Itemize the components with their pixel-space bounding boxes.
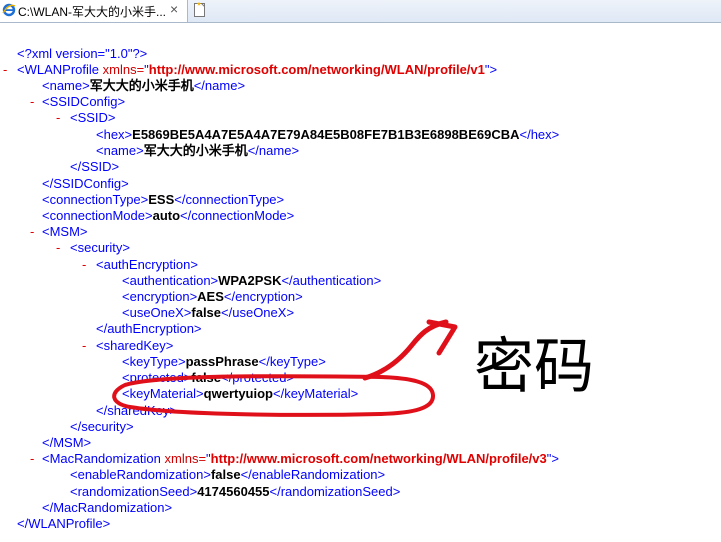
xml-declaration: <?xml version="1.0"?>	[17, 46, 148, 61]
annotation-label: 密码	[474, 332, 594, 402]
element-msm-open: <MSM>	[42, 224, 88, 239]
element-keytype: <keyType>passPhrase</keyType>	[122, 354, 326, 369]
element-macrandomization-open: <MacRandomization xmlns="http://www.micr…	[42, 451, 559, 466]
collapse-toggle-macrandomization[interactable]: -	[30, 451, 34, 467]
collapse-toggle-msm[interactable]: -	[30, 224, 34, 240]
element-connectionmode: <connectionMode>auto</connectionMode>	[42, 208, 295, 223]
element-ssid-close: </SSID>	[70, 159, 120, 174]
tab-bar: C:\WLAN-军大大的小米手... ×	[0, 0, 721, 23]
element-ssid-open: <SSID>	[70, 110, 116, 125]
close-tab-icon[interactable]: ×	[170, 1, 178, 17]
collapse-toggle-ssidconfig[interactable]: -	[30, 94, 34, 110]
collapse-toggle-authencryption[interactable]: -	[82, 257, 86, 273]
arrow-head-icon	[426, 319, 458, 356]
tab-title: C:\WLAN-军大大的小米手...	[18, 5, 166, 19]
element-randomizationseed: <randomizationSeed>4174560455</randomiza…	[70, 484, 401, 499]
element-ssid-name: <name>军大大的小米手机</name>	[96, 143, 300, 158]
element-useonex: <useOneX>false</useOneX>	[122, 305, 295, 320]
element-protected: <protected>false</protected>	[122, 370, 295, 385]
element-wlanprofile-close: </WLANProfile>	[17, 516, 111, 531]
ie-icon	[2, 3, 16, 17]
collapse-toggle-security[interactable]: -	[56, 240, 60, 256]
element-ssidconfig-open: <SSIDConfig>	[42, 94, 126, 109]
element-authencryption-close: </authEncryption>	[96, 321, 202, 336]
element-authencryption-open: <authEncryption>	[96, 257, 198, 272]
element-macrandomization-close: </MacRandomization>	[42, 500, 173, 515]
element-keymaterial: <keyMaterial>qwertyuiop</keyMaterial>	[122, 386, 359, 401]
element-security-open: <security>	[70, 240, 130, 255]
annotation-arrow-stroke	[362, 319, 449, 381]
element-authentication: <authentication>WPA2PSK</authentication>	[122, 273, 382, 288]
element-encryption: <encryption>AES</encryption>	[122, 289, 303, 304]
element-wlanprofile-open: <WLANProfile xmlns="http://www.microsoft…	[17, 62, 498, 77]
element-name: <name>军大大的小米手机</name>	[42, 78, 246, 93]
new-tab-icon[interactable]	[192, 2, 208, 18]
collapse-toggle-wlanprofile[interactable]: -	[3, 62, 7, 78]
element-hex: <hex>E5869BE5A4A7E5A4A7E79A84E5B08FE7B1B…	[96, 127, 560, 142]
element-enablerandomization: <enableRandomization>false</enableRandom…	[70, 467, 386, 482]
collapse-toggle-ssid[interactable]: -	[56, 110, 60, 126]
element-msm-close: </MSM>	[42, 435, 92, 450]
element-connectiontype: <connectionType>ESS</connectionType>	[42, 192, 285, 207]
collapse-toggle-sharedkey[interactable]: -	[82, 338, 86, 354]
element-sharedkey-open: <sharedKey>	[96, 338, 174, 353]
tab-wlan-profile[interactable]: C:\WLAN-军大大的小米手... ×	[0, 0, 188, 22]
element-security-close: </security>	[70, 419, 134, 434]
element-ssidconfig-close: </SSIDConfig>	[42, 176, 129, 191]
element-sharedkey-close: </sharedKey>	[96, 403, 177, 418]
